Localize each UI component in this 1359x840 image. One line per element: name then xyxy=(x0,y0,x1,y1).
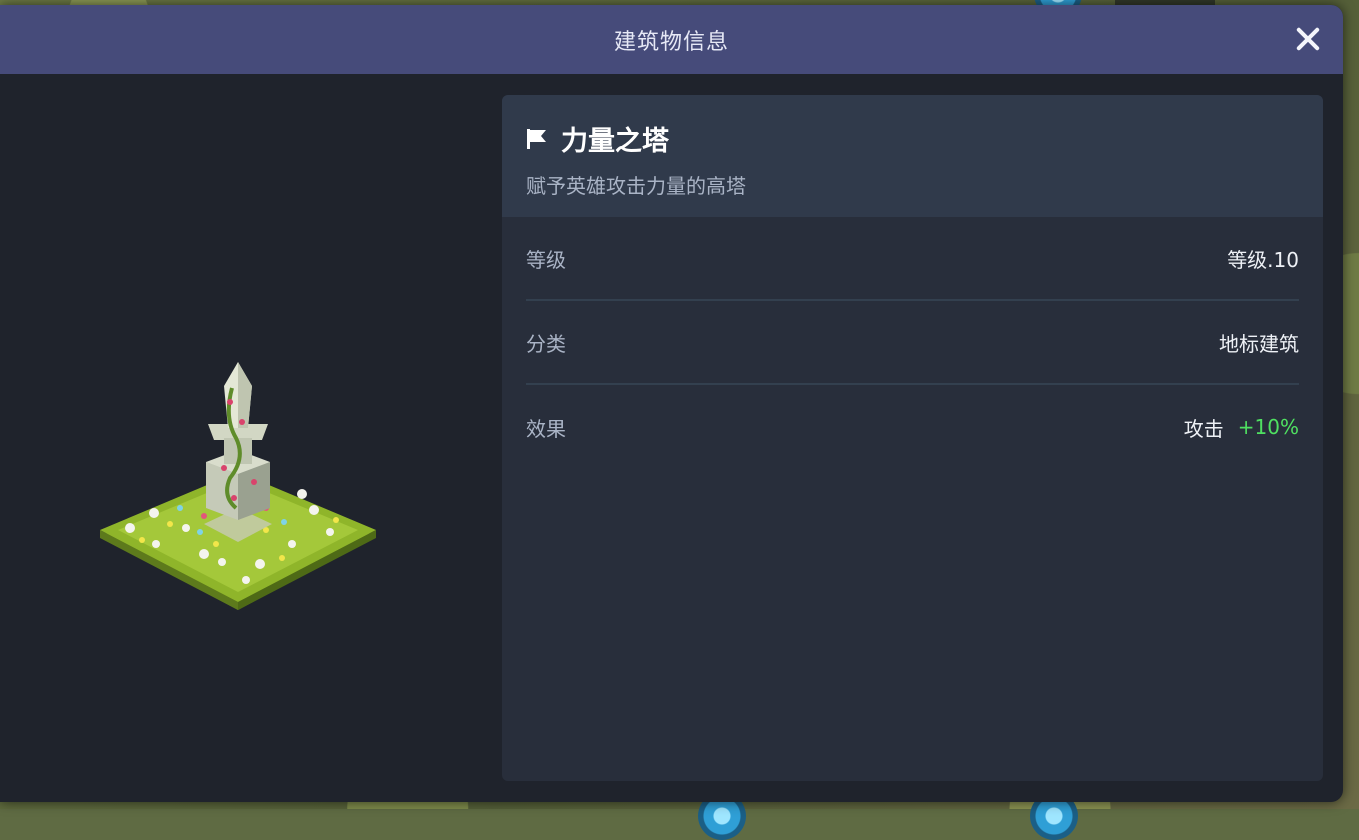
effect-type: 攻击 xyxy=(1183,416,1224,441)
building-header: 力量之塔 赋予英雄攻击力量的高塔 xyxy=(502,95,1323,217)
stat-label: 等级 xyxy=(526,247,566,272)
effect-bonus: +10% xyxy=(1237,415,1299,439)
building-info-dialog: 建筑物信息 力量之塔 赋予英雄攻击力量的高塔 等级 等级.10 分类 地标建筑 … xyxy=(0,5,1343,802)
stat-row-category: 分类 地标建筑 xyxy=(526,301,1299,385)
building-info-panel: 力量之塔 赋予英雄攻击力量的高塔 等级 等级.10 分类 地标建筑 效果 攻击 … xyxy=(502,95,1323,781)
building-preview xyxy=(0,74,480,802)
close-icon[interactable] xyxy=(1291,22,1325,56)
stat-label: 分类 xyxy=(526,331,566,356)
building-name: 力量之塔 xyxy=(561,126,669,157)
stat-value: 地标建筑 xyxy=(1219,331,1299,356)
stat-row-effect: 效果 攻击 +10% xyxy=(526,385,1299,469)
stat-value: 等级.10 xyxy=(1227,247,1299,272)
dialog-title: 建筑物信息 xyxy=(613,29,729,55)
effect-value: 攻击 +10% xyxy=(1184,413,1299,442)
stat-label: 效果 xyxy=(526,416,566,441)
building-description: 赋予英雄攻击力量的高塔 xyxy=(526,174,746,198)
building-stats: 等级 等级.10 分类 地标建筑 效果 攻击 +10% xyxy=(502,217,1323,469)
flag-icon xyxy=(527,128,546,149)
building-name-row: 力量之塔 xyxy=(526,95,1299,158)
stat-row-level: 等级 等级.10 xyxy=(526,217,1299,301)
dialog-title-bar: 建筑物信息 xyxy=(0,5,1343,74)
tower-of-power-sprite xyxy=(100,362,376,610)
